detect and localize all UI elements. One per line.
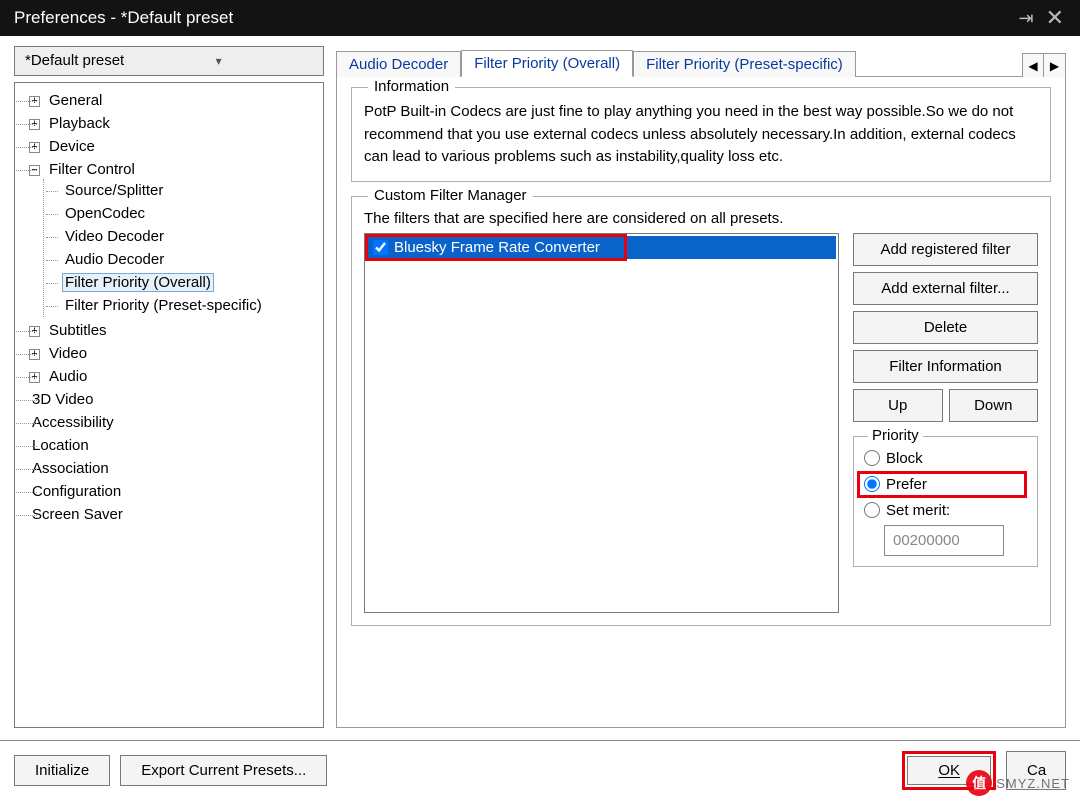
- tree-node-configuration[interactable]: Configuration: [25, 480, 317, 503]
- tree-node-association[interactable]: Association: [25, 457, 317, 480]
- right-column: Audio Decoder Filter Priority (Overall) …: [336, 46, 1066, 728]
- tree-node-general[interactable]: +General: [25, 89, 317, 112]
- tree-node-audio[interactable]: +Audio: [25, 365, 317, 388]
- radio-input[interactable]: [864, 450, 880, 466]
- preset-selected-label: *Default preset: [25, 47, 124, 75]
- preset-select[interactable]: *Default preset ▾: [14, 46, 324, 76]
- add-registered-filter-button[interactable]: Add registered filter: [853, 233, 1038, 266]
- body: *Default preset ▾ +General +Playback +De…: [0, 36, 1080, 740]
- tree-node-screen-saver[interactable]: Screen Saver: [25, 503, 317, 526]
- tree-node-playback[interactable]: +Playback: [25, 112, 317, 135]
- tree-node-filter-priority-overall[interactable]: Filter Priority (Overall): [46, 271, 317, 294]
- pin-icon[interactable]: ⇥: [1012, 8, 1039, 29]
- priority-set-merit-radio[interactable]: Set merit:: [864, 502, 1027, 519]
- priority-fieldset: Priority Block: [853, 436, 1038, 567]
- radio-label: Set merit:: [886, 502, 950, 519]
- expander-plus-icon[interactable]: +: [29, 96, 40, 107]
- tabs: Audio Decoder Filter Priority (Overall) …: [336, 46, 1066, 76]
- preferences-window: Preferences - *Default preset ⇥ ✕ *Defau…: [0, 0, 1080, 800]
- footer-bar: Initialize Export Current Presets... OK …: [0, 740, 1080, 800]
- down-button[interactable]: Down: [949, 389, 1039, 422]
- expander-plus-icon[interactable]: +: [29, 326, 40, 337]
- highlight-annotation: Prefer: [857, 471, 1027, 498]
- filter-item-checkbox[interactable]: [373, 240, 388, 255]
- initialize-button[interactable]: Initialize: [14, 755, 110, 786]
- tree-node-filter-control[interactable]: −Filter Control Source/Splitter OpenCode…: [25, 158, 317, 319]
- priority-prefer-radio[interactable]: Prefer: [864, 476, 927, 493]
- merit-value-input[interactable]: [884, 525, 1004, 556]
- expander-plus-icon[interactable]: +: [29, 349, 40, 360]
- tree-node-accessibility[interactable]: Accessibility: [25, 411, 317, 434]
- custom-filter-manager-fieldset: Custom Filter Manager The filters that a…: [351, 196, 1051, 626]
- radio-input[interactable]: [864, 476, 880, 492]
- tab-filter-priority-overall[interactable]: Filter Priority (Overall): [461, 50, 633, 77]
- ok-label: OK: [938, 762, 960, 779]
- tab-audio-decoder[interactable]: Audio Decoder: [336, 51, 461, 77]
- expander-plus-icon[interactable]: +: [29, 142, 40, 153]
- chevron-down-icon: ▾: [216, 47, 222, 75]
- radio-label: Block: [886, 450, 923, 467]
- radio-input[interactable]: [864, 502, 880, 518]
- tree-node-video-decoder[interactable]: Video Decoder: [46, 225, 317, 248]
- tree-node-location[interactable]: Location: [25, 434, 317, 457]
- information-text: PotP Built-in Codecs are just fine to pl…: [364, 101, 1038, 169]
- tree-node-3d-video[interactable]: 3D Video: [25, 388, 317, 411]
- tree-node-opencodec[interactable]: OpenCodec: [46, 202, 317, 225]
- filter-information-button[interactable]: Filter Information: [853, 350, 1038, 383]
- export-presets-button[interactable]: Export Current Presets...: [120, 755, 327, 786]
- tree-node-device[interactable]: +Device: [25, 135, 317, 158]
- cfm-legend: Custom Filter Manager: [368, 187, 533, 204]
- filter-list[interactable]: Bluesky Frame Rate Converter: [364, 233, 839, 613]
- left-column: *Default preset ▾ +General +Playback +De…: [14, 46, 324, 728]
- information-fieldset: Information PotP Built-in Codecs are jus…: [351, 87, 1051, 182]
- category-tree[interactable]: +General +Playback +Device −Filter Contr…: [14, 82, 324, 728]
- cancel-button[interactable]: Ca: [1006, 751, 1066, 790]
- ok-button[interactable]: OK: [907, 756, 991, 785]
- tree-node-subtitles[interactable]: +Subtitles: [25, 319, 317, 342]
- tab-filter-priority-preset[interactable]: Filter Priority (Preset-specific): [633, 51, 856, 77]
- add-external-filter-button[interactable]: Add external filter...: [853, 272, 1038, 305]
- up-button[interactable]: Up: [853, 389, 943, 422]
- tree-node-filter-priority-preset[interactable]: Filter Priority (Preset-specific): [46, 294, 317, 317]
- tree-node-source-splitter[interactable]: Source/Splitter: [46, 179, 317, 202]
- expander-plus-icon[interactable]: +: [29, 119, 40, 130]
- close-icon[interactable]: ✕: [1040, 5, 1070, 31]
- tab-scroll-left-icon[interactable]: ◀: [1022, 53, 1044, 77]
- filter-item-label: Bluesky Frame Rate Converter: [394, 239, 600, 256]
- tree-node-audio-decoder[interactable]: Audio Decoder: [46, 248, 317, 271]
- expander-minus-icon[interactable]: −: [29, 165, 40, 176]
- tab-scroll-right-icon[interactable]: ▶: [1044, 53, 1066, 77]
- window-title: Preferences - *Default preset: [14, 8, 233, 28]
- delete-button[interactable]: Delete: [853, 311, 1038, 344]
- priority-legend: Priority: [868, 427, 923, 444]
- information-legend: Information: [368, 78, 455, 95]
- titlebar: Preferences - *Default preset ⇥ ✕: [0, 0, 1080, 36]
- tab-panel: Information PotP Built-in Codecs are jus…: [336, 76, 1066, 728]
- filter-buttons-column: Add registered filter Add external filte…: [853, 233, 1038, 567]
- tree-node-video[interactable]: +Video: [25, 342, 317, 365]
- priority-block-radio[interactable]: Block: [864, 450, 1027, 467]
- highlight-annotation: OK: [902, 751, 996, 790]
- cfm-description: The filters that are specified here are …: [364, 210, 1038, 227]
- filter-item-bluesky[interactable]: Bluesky Frame Rate Converter: [367, 236, 836, 259]
- radio-label: Prefer: [886, 476, 927, 493]
- tab-scroll-buttons: ◀ ▶: [1022, 52, 1066, 76]
- expander-plus-icon[interactable]: +: [29, 372, 40, 383]
